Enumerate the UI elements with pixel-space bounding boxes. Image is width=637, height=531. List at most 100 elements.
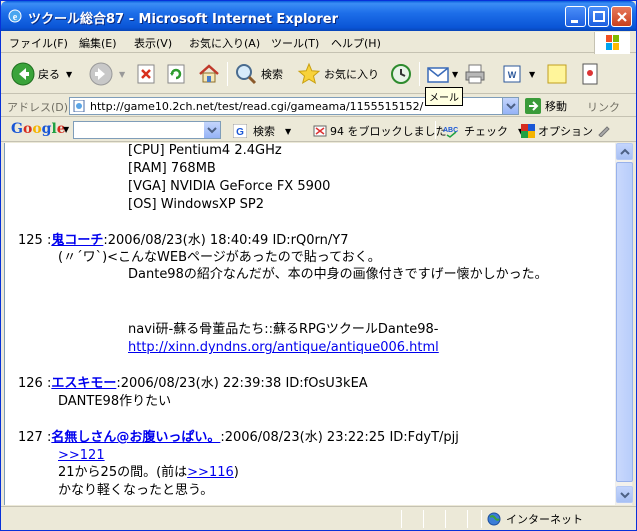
- google-search-dropdown-icon[interactable]: ▼: [285, 127, 291, 136]
- post-125-line1: (〃´ワ`)<こんなWEBページがあったので貼っておく。: [58, 250, 381, 265]
- spec-os: [OS] WindowsXP SP2: [128, 197, 265, 212]
- browser-window: e ツクール総合87 - Microsoft Internet Explorer…: [0, 0, 637, 531]
- print-button[interactable]: [463, 60, 487, 88]
- mail-button[interactable]: ▼: [426, 60, 458, 88]
- post-author-link[interactable]: エスキモー: [51, 376, 116, 391]
- maximize-button[interactable]: [588, 6, 609, 27]
- search-icon: [236, 64, 257, 85]
- stop-button[interactable]: [135, 60, 157, 88]
- address-url: http://game10.2ch.net/test/read.cgi/game…: [90, 100, 424, 113]
- popup-blocker-button[interactable]: 94 をブロックしました: [313, 123, 447, 139]
- status-divider: [423, 510, 424, 528]
- links-button[interactable]: リンク: [587, 99, 620, 115]
- messenger-button[interactable]: [579, 60, 601, 88]
- menu-edit[interactable]: 編集(E): [79, 35, 117, 51]
- toolbar-separator: [419, 62, 420, 86]
- menu-favorites[interactable]: お気に入り(A): [189, 35, 260, 51]
- history-icon: [391, 64, 411, 84]
- address-bar: アドレス(D) http://game10.2ch.net/test/read.…: [1, 95, 636, 117]
- scroll-up-icon[interactable]: [616, 143, 633, 160]
- title-bar[interactable]: e ツクール総合87 - Microsoft Internet Explorer: [1, 1, 636, 31]
- google-search-button[interactable]: G 検索 ▼: [233, 123, 291, 139]
- ie-icon: e: [8, 9, 22, 23]
- scroll-thumb[interactable]: [616, 162, 633, 482]
- spec-cpu: [CPU] Pentium4 2.4GHz: [128, 143, 282, 158]
- address-dropdown-icon[interactable]: [502, 98, 518, 114]
- post-127-line1: 21から25の間。(前は>>116): [58, 465, 239, 480]
- spell-check-icon: ABC: [443, 127, 458, 138]
- post-meta: :2006/08/23(水) 22:39:38 ID:fOsU3kEA: [116, 376, 368, 391]
- post-number: 127 :: [18, 430, 52, 445]
- search-button[interactable]: 検索: [234, 60, 283, 88]
- printer-icon: [465, 64, 485, 84]
- highlighter-button[interactable]: [597, 123, 611, 137]
- spell-check-button[interactable]: ABC チェック ▼: [443, 123, 524, 139]
- menu-file[interactable]: ファイル(F): [9, 35, 68, 51]
- post-meta: :2006/08/23(水) 23:22:25 ID:FdyT/pjj: [220, 430, 459, 445]
- post-125-line2: Dante98の紹介なんだが、本の中身の画像付きですげー懐かしかった。: [128, 267, 548, 282]
- edit-dropdown-icon[interactable]: ▼: [529, 70, 535, 79]
- post-125-header: 125 :鬼コーチ:2006/08/23(水) 18:40:49 ID:rQ0r…: [18, 233, 348, 249]
- mail-dropdown-icon[interactable]: ▼: [452, 70, 458, 79]
- discuss-button[interactable]: [545, 60, 569, 88]
- status-bar: インターネット: [1, 506, 636, 530]
- back-arrow-icon: [11, 62, 35, 86]
- options-button[interactable]: オプション: [521, 123, 593, 139]
- menu-help[interactable]: ヘルプ(H): [331, 35, 381, 51]
- scroll-down-icon[interactable]: [616, 486, 633, 503]
- post-126-line1: DANTE98作りたい: [58, 394, 172, 409]
- stop-icon: [137, 64, 155, 84]
- google-logo[interactable]: Google: [11, 121, 66, 137]
- back-dropdown-icon[interactable]: ▼: [66, 70, 72, 79]
- toolbar-separator: [227, 62, 228, 86]
- favorites-star-icon: [297, 62, 321, 85]
- options-icon: [521, 124, 535, 138]
- favorites-button[interactable]: お気に入り: [297, 60, 379, 88]
- minimize-button[interactable]: [565, 6, 586, 27]
- standard-toolbar: 戻る ▼ ▼ 検索 お気に入り ▼ W ▼: [1, 54, 636, 94]
- mail-tooltip: メール: [425, 87, 463, 106]
- go-arrow-icon: [525, 98, 541, 114]
- post-127-line2: かなり軽くなったと思う。: [58, 483, 214, 498]
- post-127-inline-ref-link[interactable]: >>116: [187, 465, 234, 480]
- home-button[interactable]: [197, 60, 221, 88]
- page-icon: [73, 100, 85, 112]
- edit-button[interactable]: W ▼: [501, 60, 535, 88]
- google-toolbar: Google ▼ G 検索 ▼ 94 をブロックしました ABC チェック オプ…: [1, 118, 636, 142]
- svg-text:G: G: [236, 127, 244, 138]
- home-icon: [199, 64, 219, 83]
- google-search-input[interactable]: [73, 121, 221, 139]
- menu-tools[interactable]: ツール(T): [271, 35, 319, 51]
- internet-globe-icon: [487, 512, 501, 526]
- mail-icon: [427, 67, 449, 83]
- forward-dropdown-icon[interactable]: ▼: [119, 70, 125, 79]
- post-number: 125 :: [18, 233, 52, 248]
- refresh-button[interactable]: [165, 60, 187, 88]
- post-author-link[interactable]: 鬼コーチ: [51, 233, 103, 248]
- post-number: 126 :: [18, 376, 52, 391]
- forward-button[interactable]: ▼: [89, 60, 125, 88]
- highlighter-icon: [598, 126, 610, 137]
- google-toolbar-separator: [435, 121, 436, 139]
- refresh-icon: [167, 64, 185, 84]
- windows-logo-icon: [594, 32, 630, 54]
- status-divider: [481, 510, 482, 528]
- address-label: アドレス(D): [7, 101, 69, 114]
- post-author-link[interactable]: 名無しさん@お腹いっぱい。: [51, 430, 220, 445]
- post-127-ref-link[interactable]: >>121: [58, 448, 105, 464]
- menu-view[interactable]: 表示(V): [134, 35, 172, 51]
- vertical-scrollbar[interactable]: [615, 143, 633, 505]
- close-button[interactable]: [611, 6, 632, 27]
- history-button[interactable]: [389, 60, 413, 88]
- menu-bar: ファイル(F) 編集(E) 表示(V) お気に入り(A) ツール(T) ヘルプ(…: [1, 31, 636, 54]
- google-search-dropdown-icon[interactable]: [204, 122, 220, 138]
- post-125-url-link[interactable]: http://xinn.dyndns.org/antique/antique00…: [128, 340, 439, 356]
- forward-arrow-icon: [89, 62, 113, 86]
- go-button[interactable]: 移動: [525, 98, 567, 114]
- google-menu-dropdown-icon[interactable]: ▼: [63, 125, 69, 134]
- page-content: [CPU] Pentium4 2.4GHz [RAM] 768MB [VGA] …: [4, 143, 615, 505]
- back-button[interactable]: 戻る ▼: [11, 60, 72, 88]
- spec-ram: [RAM] 768MB: [128, 161, 216, 176]
- window-title: ツクール総合87 - Microsoft Internet Explorer: [28, 12, 338, 27]
- note-icon: [547, 64, 567, 84]
